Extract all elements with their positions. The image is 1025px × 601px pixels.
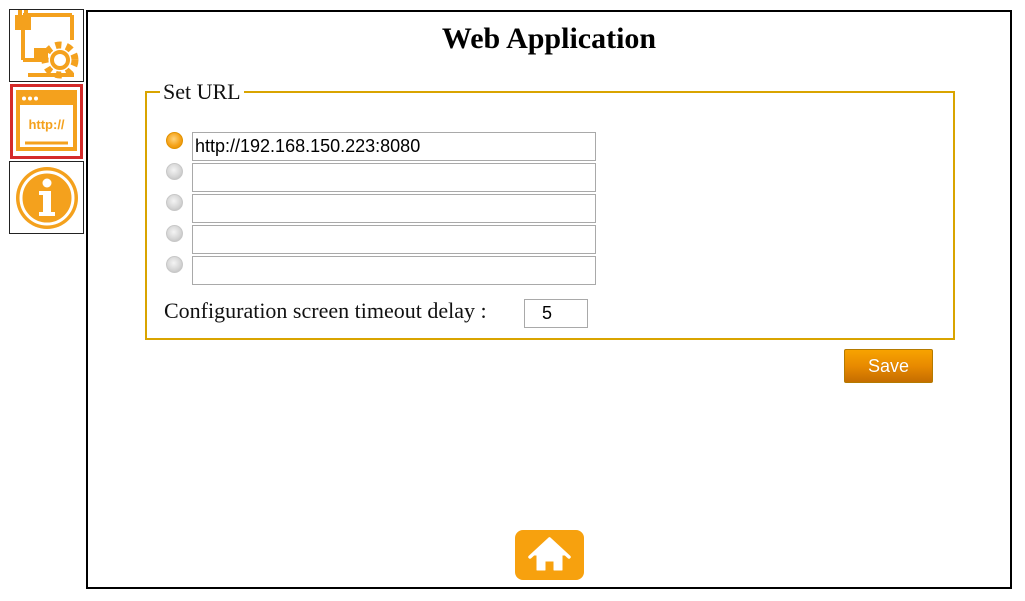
url-radio-4[interactable] (166, 225, 183, 242)
set-url-fieldset: Set URL Configuration screen timeout del… (145, 79, 955, 340)
fieldset-legend: Set URL (160, 79, 244, 105)
url-input-5[interactable] (192, 256, 596, 285)
timeout-label: Configuration screen timeout delay : (164, 298, 487, 323)
sidebar-item-web-application[interactable]: http:// (10, 84, 83, 159)
page-title: Web Application (441, 22, 657, 55)
main-panel: Web Application Set URL Configuration sc… (86, 10, 1012, 589)
url-input-3[interactable] (192, 194, 596, 223)
url-radio-1[interactable] (166, 132, 183, 149)
http-browser-icon: http:// (16, 90, 77, 151)
info-icon (16, 167, 78, 229)
sidebar-item-label: http:// (28, 117, 64, 132)
sidebar-item-network-settings[interactable] (9, 9, 84, 82)
url-radio-3[interactable] (166, 194, 183, 211)
url-input-2[interactable] (192, 163, 596, 192)
url-input-1[interactable] (192, 132, 596, 161)
network-gear-icon (15, 10, 79, 79)
sidebar-item-information[interactable] (9, 161, 84, 234)
url-radio-2[interactable] (166, 163, 183, 180)
url-input-4[interactable] (192, 225, 596, 254)
url-radio-5[interactable] (166, 256, 183, 273)
timeout-input[interactable] (524, 299, 588, 328)
home-icon (528, 537, 571, 571)
home-button[interactable] (515, 530, 584, 580)
save-button[interactable]: Save (844, 349, 933, 383)
